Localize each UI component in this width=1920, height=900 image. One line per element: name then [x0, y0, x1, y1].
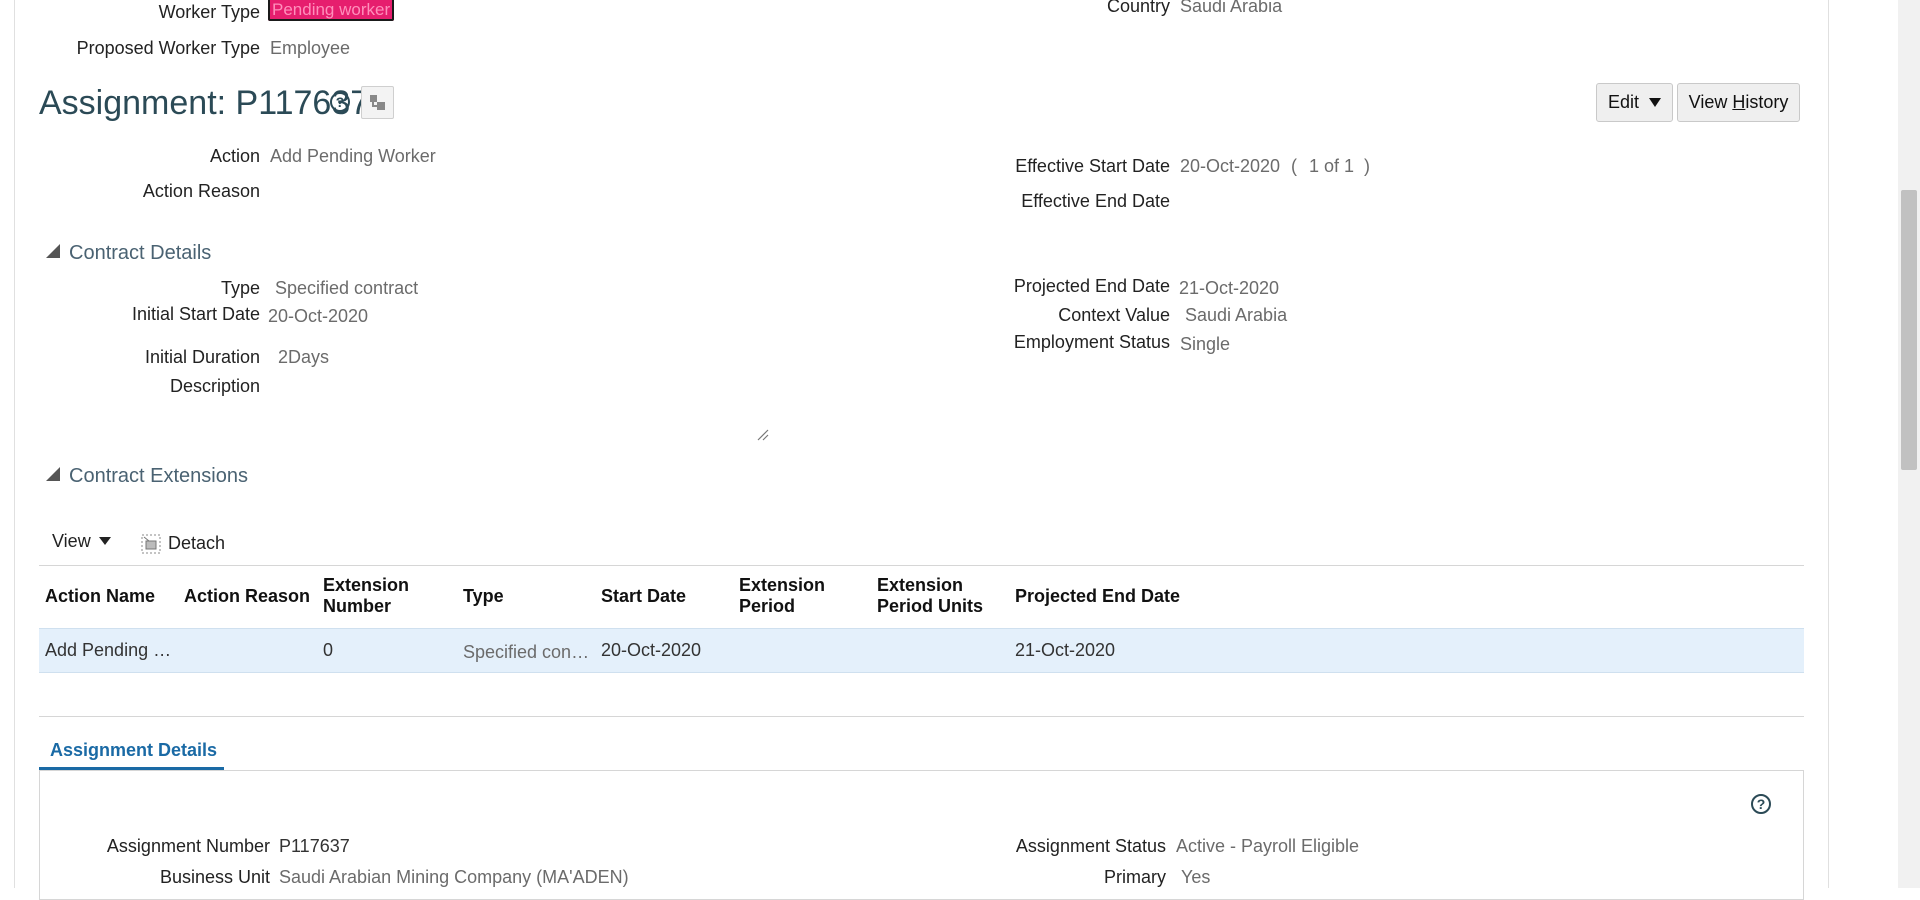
worker-type-badge: Pending worker [268, 0, 395, 21]
projected-end-label: Projected End Date [1013, 276, 1170, 296]
country-label: Country [1106, 0, 1170, 16]
assignment-status-label: Assignment Status [1015, 836, 1166, 856]
column-header-projected-end-date[interactable]: Projected End Date [1015, 586, 1180, 607]
assignment-number-value: P117637 [279, 836, 350, 856]
page-frame [14, 0, 1829, 888]
column-header-type[interactable]: Type [463, 586, 504, 607]
column-header-action-name[interactable]: Action Name [45, 586, 155, 607]
cell-extension-number: 0 [323, 640, 334, 660]
business-unit-value: Saudi Arabian Mining Company (MA'ADEN) [279, 867, 629, 887]
action-value: Add Pending Worker [270, 146, 436, 166]
column-header-extension-period[interactable]: Extension Period [739, 575, 825, 617]
effective-paren-open: ( [1291, 156, 1297, 176]
tab-assignment-details[interactable]: Assignment Details [39, 737, 224, 770]
cell-action-name: Add Pending … [45, 640, 172, 660]
column-header-action-reason[interactable]: Action Reason [184, 586, 310, 607]
view-history-label: View History [1688, 92, 1789, 112]
resize-grip-icon[interactable] [756, 428, 770, 442]
cell-type: Specified con… [463, 642, 590, 662]
detach-label: Detach [168, 533, 226, 553]
action-reason-label: Action Reason [142, 181, 260, 201]
proposed-worker-type-label: Proposed Worker Type [76, 38, 260, 58]
initial-start-value: 20-Oct-2020 [268, 306, 369, 326]
collapse-triangle-icon[interactable] [46, 467, 60, 481]
collapse-triangle-icon[interactable] [46, 244, 60, 258]
question-mark-circle-icon[interactable]: ? [330, 92, 350, 112]
cell-start-date: 20-Oct-2020 [601, 640, 702, 660]
edit-button-label: Edit [1607, 92, 1640, 112]
column-header-extension-number[interactable]: Extension Number [323, 575, 409, 617]
context-value-label: Context Value [1058, 305, 1170, 325]
vertical-scrollbar[interactable] [1898, 0, 1920, 888]
effective-paren-close: ) [1364, 156, 1370, 176]
view-menu[interactable]: View [52, 531, 111, 552]
contract-type-label: Type [220, 278, 260, 298]
contract-extensions-title[interactable]: Contract Extensions [69, 465, 248, 488]
assignment-status-value: Active - Payroll Eligible [1176, 836, 1360, 856]
caret-down-icon [98, 537, 111, 545]
section-divider [39, 716, 1804, 717]
primary-value: Yes [1181, 867, 1211, 887]
business-unit-label: Business Unit [159, 867, 270, 887]
detach-button[interactable]: Detach [141, 533, 225, 554]
effective-count: 1 of 1 [1309, 156, 1355, 176]
table-row[interactable]: Add Pending … 0 Specified con… 20-Oct-20… [39, 628, 1804, 673]
assignment-number-label: Assignment Number [106, 836, 270, 856]
context-value-value: Saudi Arabia [1185, 305, 1288, 325]
hierarchy-button[interactable] [361, 86, 394, 119]
detach-icon [141, 534, 161, 553]
question-mark-circle-icon[interactable]: ? [1751, 794, 1771, 814]
assignment-title: Assignment: P117637 [39, 84, 370, 122]
edit-button[interactable]: Edit [1596, 83, 1673, 122]
projected-end-value: 21-Oct-2020 [1179, 278, 1280, 298]
worker-type-value[interactable]: Pending worker [268, 0, 395, 21]
scrollbar-thumb[interactable] [1901, 190, 1917, 470]
primary-label: Primary [1104, 867, 1166, 887]
table-top-divider [39, 565, 1804, 566]
cell-projected-end-date: 21-Oct-2020 [1015, 640, 1116, 660]
initial-duration-value: 2Days [278, 347, 330, 367]
contract-type-value: Specified contract [275, 278, 419, 298]
description-label: Description [169, 376, 260, 396]
initial-start-label: Initial Start Date [131, 304, 260, 324]
country-value: Saudi Arabia [1180, 0, 1283, 16]
view-history-button[interactable]: View History [1677, 83, 1800, 122]
initial-duration-label: Initial Duration [144, 347, 260, 367]
effective-start-value: 20-Oct-2020 [1180, 156, 1281, 176]
hierarchy-icon [370, 95, 385, 110]
caret-down-icon [1649, 97, 1662, 107]
worker-type-label: Worker Type [158, 2, 260, 22]
employment-status-label: Employment Status [1013, 332, 1170, 352]
proposed-worker-type-value: Employee [270, 38, 351, 58]
employment-status-value: Single [1180, 334, 1231, 354]
contract-details-title[interactable]: Contract Details [69, 242, 211, 265]
effective-start-label: Effective Start Date [1015, 156, 1170, 176]
effective-end-label: Effective End Date [1021, 191, 1170, 211]
column-header-extension-period-units[interactable]: Extension Period Units [877, 575, 983, 617]
view-menu-label: View [52, 531, 91, 551]
column-header-start-date[interactable]: Start Date [601, 586, 686, 607]
action-label: Action [209, 146, 260, 166]
